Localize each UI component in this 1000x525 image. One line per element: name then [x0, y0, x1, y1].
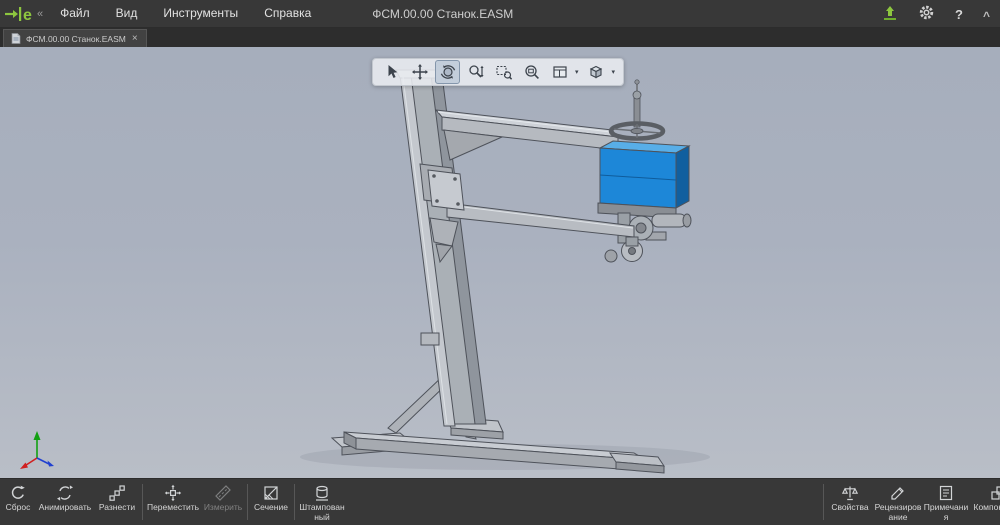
button-label: Сброс	[5, 502, 31, 512]
cube-icon	[589, 65, 603, 79]
help-icon[interactable]: ?	[955, 7, 963, 22]
toolbar-separator	[823, 484, 824, 520]
button-label: Штампованный	[299, 502, 345, 522]
components-button[interactable]: Компоненты	[970, 479, 1000, 525]
select-tool-button[interactable]	[379, 60, 404, 84]
properties-icon	[841, 486, 859, 501]
menu-tools[interactable]: Инструменты	[150, 0, 251, 27]
menu-help[interactable]: Справка	[251, 0, 324, 27]
menu-file[interactable]: Файл	[47, 0, 103, 27]
explode-icon	[109, 485, 125, 501]
section-icon	[264, 486, 278, 500]
properties-button[interactable]: Свойства	[826, 479, 874, 525]
reset-icon	[11, 485, 25, 499]
measure-button: Измерить	[201, 479, 245, 525]
view-orientation-button[interactable]	[547, 60, 572, 84]
document-tab[interactable]: ФСМ.00.00 Станок.EASM ×	[3, 29, 147, 47]
tab-label: ФСМ.00.00 Станок.EASM	[26, 33, 126, 44]
button-label: Переместить	[146, 502, 200, 512]
views-icon	[552, 66, 567, 78]
toolbar-separator	[294, 484, 295, 520]
stamped-button[interactable]: Штампованный	[297, 479, 347, 525]
settings-gear-icon[interactable]	[918, 4, 935, 24]
zoom-fit-tool-button[interactable]	[519, 60, 544, 84]
move-button[interactable]: Переместить	[145, 479, 201, 525]
publish-icon[interactable]	[882, 5, 898, 24]
rotate-tool-button[interactable]	[435, 60, 460, 84]
bottom-toolbar: Сброс Анимировать Разнести Переместить И…	[0, 478, 1000, 525]
button-label: Измерить	[203, 502, 243, 512]
button-label: Компоненты	[973, 502, 1000, 512]
pan-icon	[411, 64, 428, 80]
edrawings-logo: e	[3, 3, 37, 25]
explode-button[interactable]: Разнести	[94, 479, 140, 525]
review-icon	[891, 487, 904, 500]
pan-tool-button[interactable]	[407, 60, 432, 84]
button-label: Сечение	[254, 502, 288, 512]
zoom-area-tool-button[interactable]	[491, 60, 516, 84]
animate-icon	[57, 485, 73, 501]
bottom-toolbar-right: Свойства Рецензирование Примечания Компо…	[821, 479, 1000, 525]
document-title: ФСМ.00.00 Станок.EASM	[372, 6, 514, 21]
zoom-area-icon	[495, 65, 512, 80]
cursor-icon	[388, 65, 397, 78]
document-icon	[11, 33, 21, 44]
zoom-icon	[468, 65, 484, 78]
stamped-icon	[316, 485, 328, 501]
orientation-triad	[20, 431, 54, 469]
display-style-button[interactable]	[584, 60, 609, 84]
toolbar-separator	[247, 484, 248, 520]
button-label: Разнести	[98, 502, 136, 512]
menu-bar: e « Файл Вид Инструменты Справка ФСМ.00.…	[0, 0, 1000, 28]
animate-button[interactable]: Анимировать	[36, 479, 94, 525]
svg-text:e: e	[23, 7, 32, 24]
button-label: Анимировать	[38, 502, 92, 512]
menu-view[interactable]: Вид	[103, 0, 151, 27]
markup-icon	[939, 485, 953, 501]
menu-collapse-chevron[interactable]: «	[37, 8, 47, 20]
zoom-fit-icon	[524, 65, 539, 79]
rotate-icon	[440, 65, 455, 79]
view-orientation-caret-icon[interactable]: ▾	[575, 68, 581, 76]
tab-bar: ФСМ.00.00 Станок.EASM ×	[0, 28, 1000, 47]
button-label: Примечания	[923, 502, 969, 522]
model-3d[interactable]	[0, 47, 1000, 478]
view-toolbar: ▾ ▾	[372, 58, 625, 86]
review-button[interactable]: Рецензирование	[874, 479, 922, 525]
button-label: Свойства	[831, 502, 869, 512]
move-icon	[164, 484, 182, 502]
section-button[interactable]: Сечение	[250, 479, 292, 525]
zoom-in-out-tool-button[interactable]	[463, 60, 488, 84]
collapse-ui-icon[interactable]: ^	[983, 9, 990, 23]
toolbar-separator	[142, 484, 143, 520]
reset-button[interactable]: Сброс	[0, 479, 36, 525]
measure-icon	[215, 485, 231, 501]
button-label: Рецензирование	[874, 502, 922, 522]
markup-button[interactable]: Примечания	[922, 479, 970, 525]
model-viewport[interactable]: ▾ ▾	[0, 47, 1000, 478]
components-icon	[991, 486, 1000, 500]
display-style-caret-icon[interactable]: ▾	[612, 68, 618, 76]
tab-close-icon[interactable]: ×	[131, 33, 139, 44]
